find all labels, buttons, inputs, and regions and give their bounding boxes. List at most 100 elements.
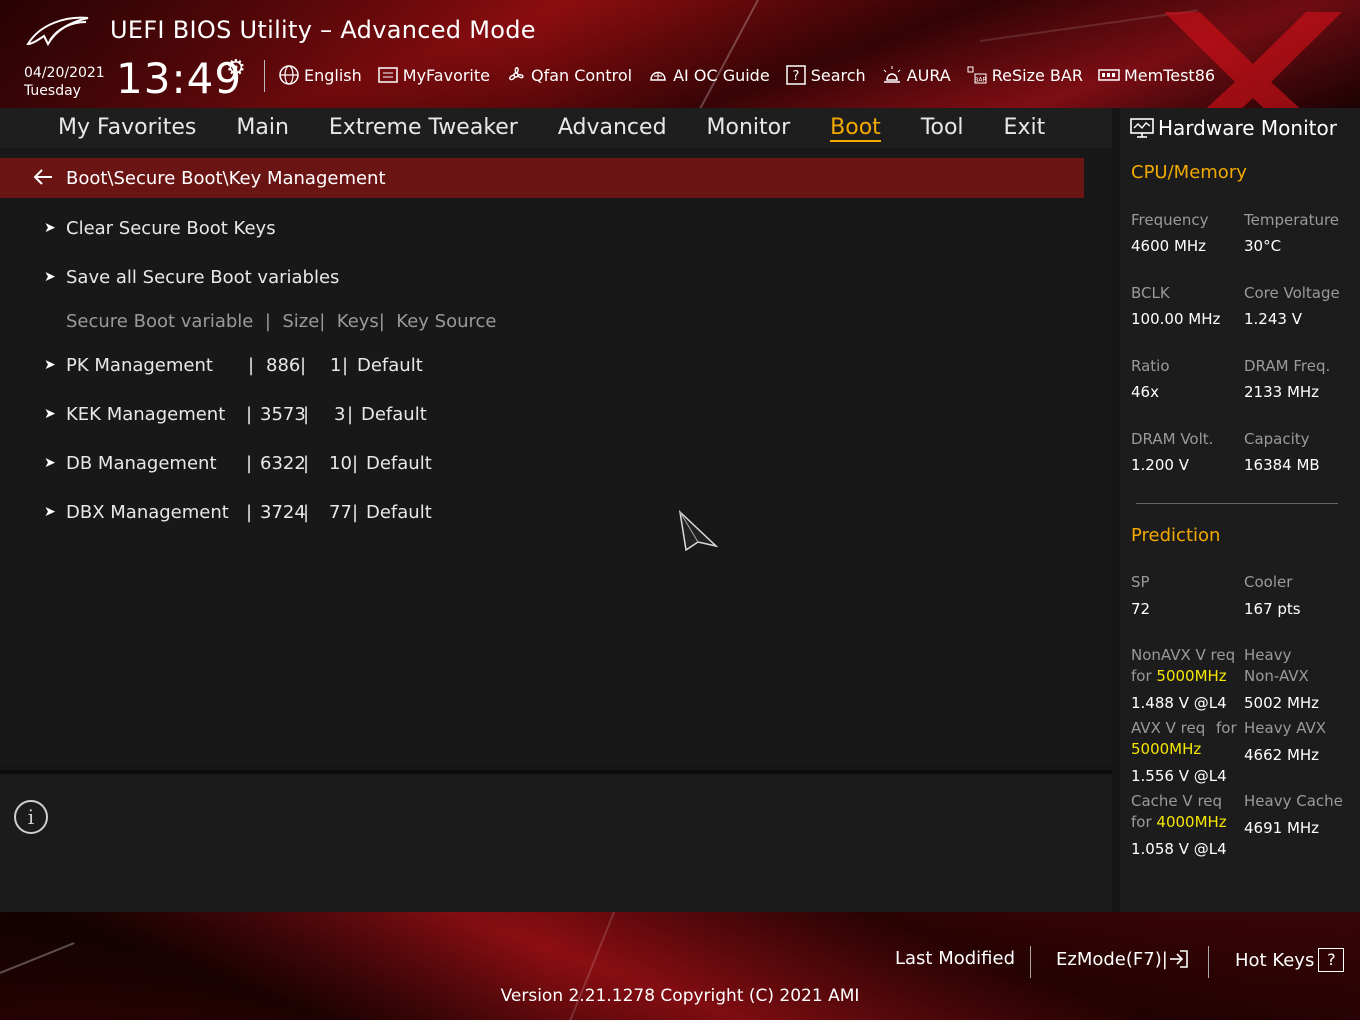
globe-icon	[279, 65, 299, 85]
row-source-sep: |	[342, 354, 349, 376]
menu-item-label: Save all Secure Boot variables	[66, 266, 340, 288]
tab-main[interactable]: Main	[236, 110, 289, 146]
language-button[interactable]: English	[278, 64, 362, 86]
cache-voltage-value: 1.058 V @L4	[1131, 840, 1227, 858]
hardware-monitor-title: Hardware Monitor	[1130, 112, 1337, 144]
aura-button[interactable]: AURA	[881, 64, 951, 86]
main-panel: Boot\Secure Boot\Key Management ➤ Clear …	[0, 148, 1112, 766]
nonavx-voltage-value: 1.488 V @L4	[1131, 694, 1227, 712]
db-management-item[interactable]: ➤ DB Management | 6322 | 10 | Default	[44, 448, 504, 478]
frequency-label: Frequency	[1131, 211, 1209, 229]
tab-advanced[interactable]: Advanced	[558, 110, 667, 146]
qfan-control-button[interactable]: Qfan Control	[505, 64, 632, 86]
row-keys: 1	[330, 354, 342, 376]
row-size-sep: |	[246, 501, 253, 523]
clock-time: 13:49	[116, 54, 243, 103]
row-keys-sep: |	[303, 501, 310, 523]
hot-keys-label: Hot Keys	[1235, 949, 1315, 971]
row-source-sep: |	[352, 452, 359, 474]
row-keys-sep: |	[300, 354, 307, 376]
sp-value: 72	[1131, 600, 1151, 618]
row-keys: 3	[334, 403, 346, 425]
row-keys: 10	[329, 452, 352, 474]
save-secure-boot-variables-item[interactable]: ➤ Save all Secure Boot variables	[44, 262, 339, 292]
row-size-sep: |	[246, 452, 253, 474]
dram-volt-label: DRAM Volt.	[1131, 430, 1214, 448]
tab-my-favorites[interactable]: My Favorites	[58, 110, 196, 146]
cooler-value: 167 pts	[1244, 600, 1301, 618]
row-name: KEK Management	[66, 403, 226, 425]
ezmode-button[interactable]: EzMode(F7)|	[1056, 948, 1190, 970]
svg-text:BAR: BAR	[974, 77, 986, 84]
last-modified-button[interactable]: Last Modified	[895, 948, 1015, 969]
mouse-cursor-icon	[678, 510, 718, 552]
row-source: Default	[366, 452, 432, 474]
app-title: UEFI BIOS Utility – Advanced Mode	[110, 16, 536, 44]
hot-keys-button[interactable]: Hot Keys ?	[1235, 948, 1345, 972]
search-button[interactable]: ? Search	[785, 64, 866, 86]
heavy-avx-value: 4662 MHz	[1244, 746, 1320, 764]
search-label: Search	[810, 65, 866, 85]
nonavx-freq: 5000MHz	[1156, 667, 1227, 685]
row-size: 886	[266, 354, 301, 376]
date-display: 04/20/2021 Tuesday	[24, 64, 105, 100]
row-source-sep: |	[347, 403, 354, 425]
dbx-management-item[interactable]: ➤ DBX Management | 3724 | 77 | Default	[44, 497, 504, 527]
weekday-text: Tuesday	[24, 83, 81, 99]
avx-vreq-label: AVX V req	[1131, 719, 1206, 737]
back-arrow-icon[interactable]	[32, 166, 54, 188]
cpu-memory-section-title: CPU/Memory	[1131, 162, 1247, 183]
memtest-icon	[1098, 69, 1120, 81]
cache-for-line: for 4000MHz	[1131, 812, 1227, 833]
tab-exit[interactable]: Exit	[1004, 110, 1046, 146]
row-source: Default	[361, 403, 427, 425]
avx-voltage-value: 1.556 V @L4	[1131, 767, 1227, 785]
heavy-avx-label: Heavy AVX	[1244, 719, 1327, 737]
favorite-list-icon	[378, 67, 398, 83]
gear-icon[interactable]: ⚙	[226, 56, 246, 81]
watermark-xx-icon	[1164, 12, 1342, 108]
tab-monitor[interactable]: Monitor	[707, 110, 791, 146]
cache-vreq-label: Cache V req	[1131, 792, 1223, 810]
chevron-right-icon: ➤	[44, 220, 56, 236]
row-source: Default	[357, 354, 423, 376]
chevron-right-icon: ➤	[44, 406, 56, 422]
cooler-label: Cooler	[1244, 573, 1293, 591]
pk-management-item[interactable]: ➤ PK Management | 886 | 1 | Default	[44, 350, 504, 380]
row-size-sep: |	[246, 403, 253, 425]
help-search-icon: ?	[785, 65, 806, 85]
monitor-icon	[1130, 118, 1154, 138]
rog-logo-icon	[26, 16, 89, 47]
dram-volt-value: 1.200 V	[1131, 456, 1189, 474]
qfan-label: Qfan Control	[531, 65, 633, 85]
cache-freq: 4000MHz	[1156, 813, 1227, 831]
ai-oc-guide-button[interactable]: AI OC Guide	[647, 64, 770, 86]
sp-label: SP	[1131, 573, 1150, 591]
breadcrumb[interactable]: Boot\Secure Boot\Key Management	[0, 158, 1084, 198]
bclk-value: 100.00 MHz	[1131, 310, 1221, 328]
resize-bar-icon: BAR	[967, 66, 986, 84]
chevron-right-icon: ➤	[44, 455, 56, 471]
tab-boot[interactable]: Boot	[830, 110, 881, 146]
menu-item-label: Clear Secure Boot Keys	[66, 217, 276, 239]
svg-text:?: ?	[792, 69, 799, 84]
hardware-monitor-panel: Hardware Monitor CPU/Memory Frequency Te…	[1120, 108, 1360, 912]
tab-extreme-tweaker[interactable]: Extreme Tweaker	[329, 110, 518, 146]
chevron-right-icon: ➤	[44, 269, 56, 285]
capacity-value: 16384 MB	[1244, 456, 1320, 474]
kek-management-item[interactable]: ➤ KEK Management | 3573 | 3 | Default	[44, 399, 504, 429]
nonavx-vreq-label: NonAVX V req	[1131, 646, 1236, 664]
dram-freq-value: 2133 MHz	[1244, 383, 1320, 401]
bclk-label: BCLK	[1131, 284, 1170, 302]
ezmode-label: EzMode(F7)|	[1056, 948, 1168, 970]
myfavorite-button[interactable]: MyFavorite	[377, 64, 490, 86]
ratio-value: 46x	[1131, 383, 1159, 401]
row-keys: 77	[329, 501, 352, 523]
heavy-nonavx-value: 5002 MHz	[1244, 694, 1320, 712]
resize-bar-button[interactable]: BAR ReSize BAR	[966, 64, 1083, 86]
row-source-sep: |	[352, 501, 359, 523]
clear-secure-boot-keys-item[interactable]: ➤ Clear Secure Boot Keys	[44, 213, 276, 243]
core-voltage-value: 1.243 V	[1244, 310, 1302, 328]
footer-divider	[1030, 946, 1031, 978]
tab-tool[interactable]: Tool	[921, 110, 964, 146]
